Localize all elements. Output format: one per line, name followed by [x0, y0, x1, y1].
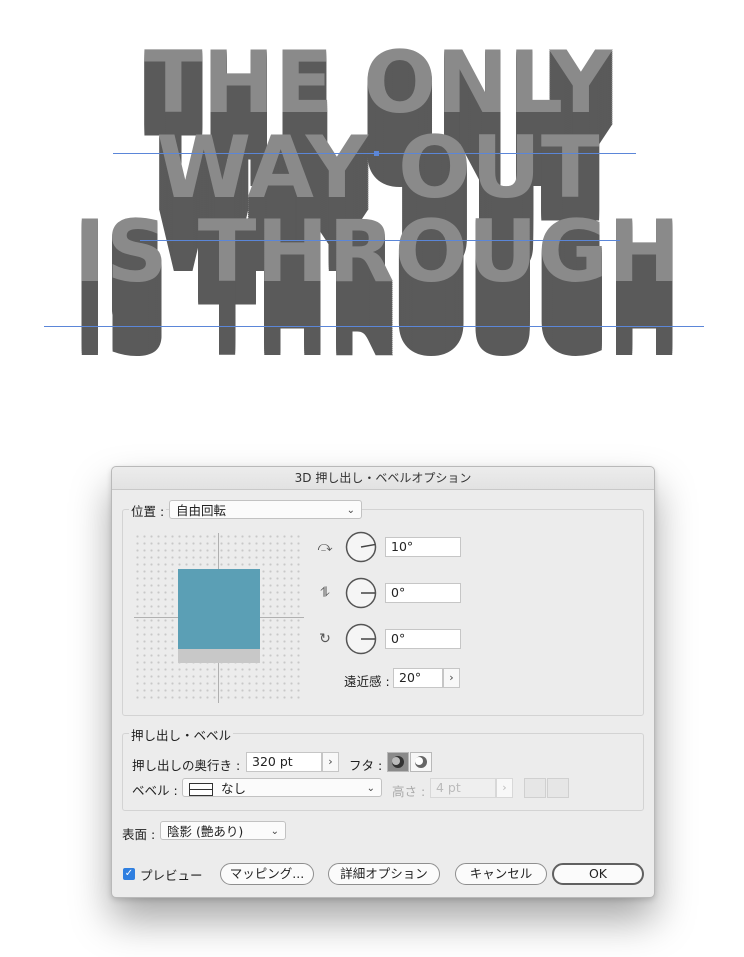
rotate-y-field[interactable]: 0°	[385, 583, 461, 603]
extrude-bevel-dialog: 3D 押し出し・ベベルオプション 位置 : 自由回転 ⌄ ⤼ 10° ⥮ 0° …	[111, 466, 655, 898]
extruded-text-art: .t { font-family:"DejaVu Sans", sans-ser…	[74, 33, 680, 376]
bevel-select[interactable]: なし ⌄	[182, 778, 382, 797]
guide-line-2	[140, 240, 620, 241]
preview-label[interactable]: プレビュー	[140, 865, 203, 884]
bevel-in-toggle[interactable]	[547, 778, 569, 798]
perspective-field[interactable]: 20°	[393, 668, 443, 688]
rotate-x-icon: ⤼	[317, 539, 333, 555]
rotate-y-icon: ⥮	[319, 585, 331, 601]
cap-on-icon	[392, 756, 404, 768]
guide-line-3	[44, 326, 704, 327]
art-line-3[interactable]: IS THROUGH	[74, 202, 680, 302]
position-select-value: 自由回転	[176, 503, 227, 518]
cancel-button[interactable]: キャンセル	[455, 863, 547, 885]
perspective-slider-button[interactable]: ›	[443, 668, 460, 688]
rotate-x-field[interactable]: 10°	[385, 537, 461, 557]
position-label: 位置 :	[129, 501, 167, 520]
rotate-x-dial[interactable]	[345, 531, 377, 563]
rotate-y-dial[interactable]	[345, 577, 377, 609]
surface-select[interactable]: 陰影 (艶あり) ⌄	[160, 821, 286, 840]
cube-side-face	[178, 649, 260, 663]
depth-label: 押し出しの奥行き :	[132, 758, 241, 773]
cap-off-icon	[415, 756, 427, 768]
bevel-label: ベベル :	[132, 783, 178, 798]
position-select[interactable]: 自由回転 ⌄	[169, 500, 362, 519]
mapping-button[interactable]: マッピング...	[220, 863, 314, 885]
rotate-z-dial[interactable]	[345, 623, 377, 655]
bevel-select-value: なし	[220, 781, 246, 796]
chevron-down-icon: ⌄	[346, 505, 355, 516]
bevel-preview-icon	[189, 783, 213, 796]
chevron-down-icon: ⌄	[366, 783, 375, 794]
dialog-title: 3D 押し出し・ベベルオプション	[112, 467, 654, 490]
ok-button[interactable]: OK	[552, 863, 644, 885]
cube-front-face	[178, 569, 260, 649]
rotate-z-field[interactable]: 0°	[385, 629, 461, 649]
surface-select-value: 陰影 (艶あり)	[167, 824, 244, 839]
depth-field[interactable]: 320 pt	[246, 752, 322, 772]
cap-off-toggle[interactable]	[410, 752, 432, 772]
bevel-out-toggle[interactable]	[524, 778, 546, 798]
extrude-bevel-label: 押し出し・ベベル	[129, 725, 234, 744]
height-field[interactable]: 4 pt	[430, 778, 496, 798]
perspective-label: 遠近感 :	[344, 674, 390, 689]
artwork-canvas: .t { font-family:"DejaVu Sans", sans-ser…	[0, 0, 744, 400]
cap-label: フタ :	[349, 758, 383, 773]
rotation-track-cube[interactable]	[134, 533, 304, 703]
cap-on-toggle[interactable]	[387, 752, 409, 772]
more-options-button[interactable]: 詳細オプション	[328, 863, 440, 885]
surface-label: 表面 :	[122, 827, 156, 842]
depth-slider-button[interactable]: ›	[322, 752, 339, 772]
height-slider-button[interactable]: ›	[496, 778, 513, 798]
chevron-down-icon: ⌄	[270, 826, 279, 837]
rotate-z-icon: ↻	[319, 631, 331, 647]
anchor-point[interactable]	[374, 151, 379, 156]
height-label: 高さ :	[392, 784, 426, 799]
preview-checkbox[interactable]: ✓	[123, 868, 135, 880]
